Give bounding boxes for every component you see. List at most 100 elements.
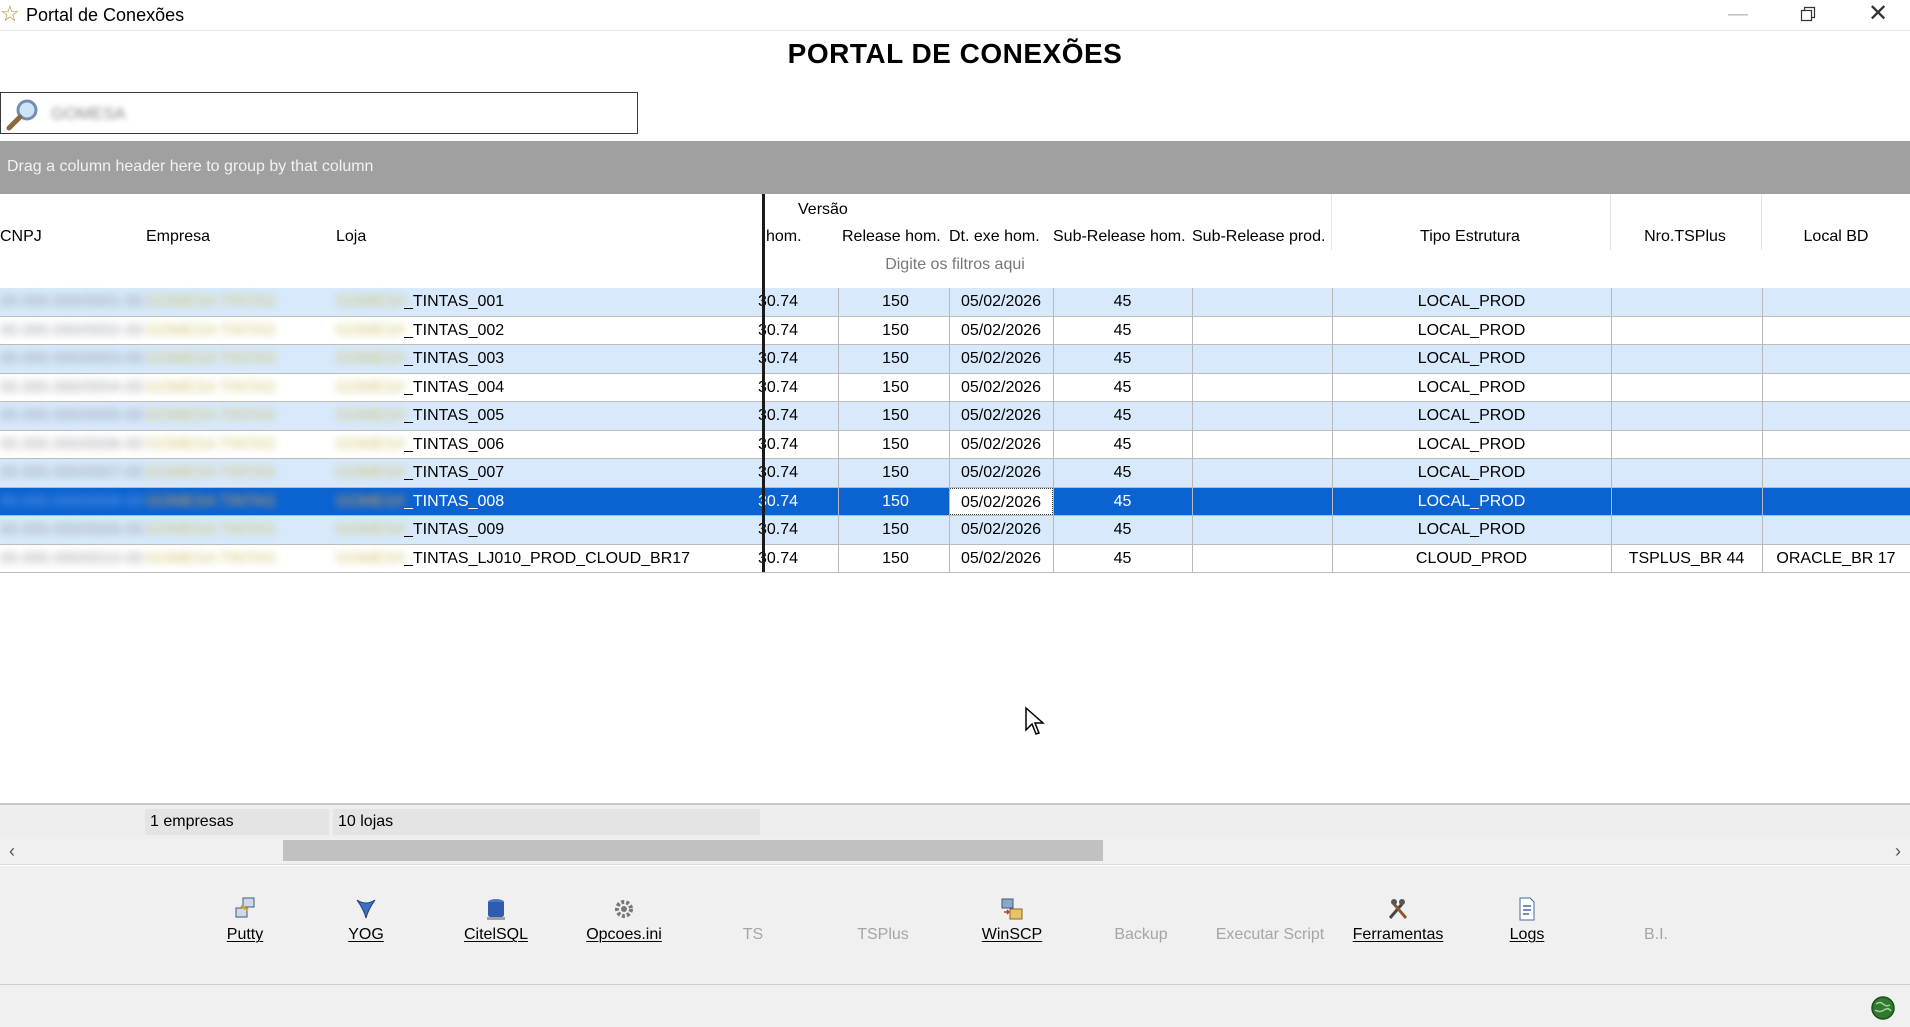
cell-hom[interactable]: 30.74 [758,288,838,316]
cell-sub-release-hom[interactable]: 45 [1053,516,1192,544]
cell-release-hom[interactable]: 150 [842,374,949,402]
column-header-release-hom[interactable]: Release hom. [842,228,941,246]
cell-dt-exe-hom[interactable]: 05/02/2026 [949,545,1053,573]
cell-local-bd[interactable] [1762,431,1910,459]
cell-hom[interactable]: 30.74 [758,345,838,373]
cell-tipo-estrutura[interactable]: LOCAL_PROD [1332,317,1611,345]
scroll-left-icon[interactable]: ‹ [2,838,22,864]
cell-loja-prefix[interactable]: GOMESA [336,374,404,402]
cell-nro-tsplus[interactable] [1611,317,1762,345]
column-header-tipo-estrutura[interactable]: Tipo Estrutura [1332,228,1608,246]
cell-local-bd[interactable] [1762,374,1910,402]
cell-nro-tsplus[interactable]: TSPLUS_BR 44 [1611,545,1762,573]
cell-cnpj[interactable]: 00.000.000/0005-00 [0,402,146,430]
cell-release-hom[interactable]: 150 [842,402,949,430]
cell-release-hom[interactable]: 150 [842,431,949,459]
table-row[interactable]: 00.000.000/0002-00 GOMESA TINTAS GOMESA _TI… [0,316,1910,345]
toolbar-button-b-i-[interactable]: B.I. [1601,896,1711,944]
column-header-nro-tsplus[interactable]: Nro.TSPlus [1611,228,1759,246]
cell-sub-release-hom[interactable]: 45 [1053,459,1192,487]
cell-local-bd[interactable] [1762,402,1910,430]
group-by-panel[interactable]: Drag a column header here to group by th… [0,141,1910,194]
restore-button[interactable] [1780,0,1836,30]
cell-dt-exe-hom[interactable]: 05/02/2026 [949,402,1053,430]
cell-dt-exe-hom[interactable]: 05/02/2026 [949,516,1053,544]
toolbar-button-winscp[interactable]: WinSCP [957,896,1067,944]
cell-empresa[interactable]: GOMESA TINTAS [146,402,336,430]
cell-tipo-estrutura[interactable]: LOCAL_PROD [1332,516,1611,544]
toolbar-button-logs[interactable]: Logs [1472,896,1582,944]
cell-release-hom[interactable]: 150 [842,317,949,345]
toolbar-button-ts[interactable]: TS [698,896,808,944]
cell-dt-exe-hom[interactable]: 05/02/2026 [949,288,1053,316]
cell-empresa[interactable]: GOMESA TINTAS [146,288,336,316]
toolbar-button-citelsql[interactable]: CitelSQL [441,896,551,944]
cell-dt-exe-hom[interactable]: 05/02/2026 [949,459,1053,487]
cell-cnpj[interactable]: 00.000.000/0001-00 [0,288,146,316]
table-row[interactable]: 00.000.000/0010-00 GOMESA TINTAS GOMESA _TI… [0,544,1910,573]
cell-sub-release-prod[interactable] [1192,345,1332,373]
cell-nro-tsplus[interactable] [1611,516,1762,544]
cell-release-hom[interactable]: 150 [842,288,949,316]
cell-loja[interactable]: _TINTAS_002 [404,317,762,345]
minimize-button[interactable]: — [1710,0,1766,30]
cell-local-bd[interactable] [1762,488,1910,516]
column-header-sub-release-prod[interactable]: Sub-Release prod. [1192,228,1325,246]
cell-sub-release-hom[interactable]: 45 [1053,545,1192,573]
cell-release-hom[interactable]: 150 [842,516,949,544]
cell-sub-release-prod[interactable] [1192,516,1332,544]
column-header-dt-exe-hom[interactable]: Dt. exe hom. [949,228,1040,246]
cell-local-bd[interactable]: ORACLE_BR 17 [1762,545,1910,573]
cell-tipo-estrutura[interactable]: LOCAL_PROD [1332,345,1611,373]
cell-nro-tsplus[interactable] [1611,345,1762,373]
cell-release-hom[interactable]: 150 [842,459,949,487]
band-header-versao[interactable]: Versão [798,201,848,219]
cell-empresa[interactable]: GOMESA TINTAS [146,545,336,573]
cell-cnpj[interactable]: 00.000.000/0010-00 [0,545,146,573]
cell-sub-release-prod[interactable] [1192,431,1332,459]
cell-sub-release-hom[interactable]: 45 [1053,431,1192,459]
toolbar-button-ferramentas[interactable]: Ferramentas [1343,896,1453,944]
cell-empresa[interactable]: GOMESA TINTAS [146,459,336,487]
filter-row[interactable]: Digite os filtros aqui [0,256,1910,274]
cell-tipo-estrutura[interactable]: LOCAL_PROD [1332,459,1611,487]
table-row[interactable]: 00.000.000/0008-00 GOMESA TINTAS GOMESA _TI… [0,487,1910,516]
cell-cnpj[interactable]: 00.000.000/0006-00 [0,431,146,459]
cell-hom[interactable]: 30.74 [758,317,838,345]
cell-release-hom[interactable]: 150 [842,345,949,373]
cell-tipo-estrutura[interactable]: CLOUD_PROD [1332,545,1611,573]
toolbar-button-tsplus[interactable]: TSPlus [828,896,938,944]
column-header-loja[interactable]: Loja [336,228,366,246]
cell-loja[interactable]: _TINTAS_001 [404,288,762,316]
cell-dt-exe-hom[interactable]: 05/02/2026 [949,374,1053,402]
cell-loja-prefix[interactable]: GOMESA [336,402,404,430]
cell-local-bd[interactable] [1762,288,1910,316]
cell-empresa[interactable]: GOMESA TINTAS [146,374,336,402]
cell-empresa[interactable]: GOMESA TINTAS [146,345,336,373]
toolbar-button-putty[interactable]: Putty [190,896,300,944]
cell-loja[interactable]: _TINTAS_003 [404,345,762,373]
cell-loja[interactable]: _TINTAS_007 [404,459,762,487]
cell-hom[interactable]: 30.74 [758,488,838,516]
cell-loja[interactable]: _TINTAS_008 [404,488,762,516]
cell-hom[interactable]: 30.74 [758,516,838,544]
table-row[interactable]: 00.000.000/0007-00 GOMESA TINTAS GOMESA _TI… [0,459,1910,488]
cell-sub-release-hom[interactable]: 45 [1053,345,1192,373]
cell-loja[interactable]: _TINTAS_006 [404,431,762,459]
cell-dt-exe-hom[interactable]: 05/02/2026 [949,487,1053,515]
cell-tipo-estrutura[interactable]: LOCAL_PROD [1332,374,1611,402]
column-header-hom[interactable]: hom. [766,228,802,246]
cell-sub-release-prod[interactable] [1192,545,1332,573]
table-row[interactable]: 00.000.000/0009-00 GOMESA TINTAS GOMESA _TI… [0,516,1910,545]
cell-loja-prefix[interactable]: GOMESA [336,545,404,573]
cell-empresa[interactable]: GOMESA TINTAS [146,431,336,459]
cell-hom[interactable]: 30.74 [758,545,838,573]
cell-cnpj[interactable]: 00.000.000/0003-00 [0,345,146,373]
cell-nro-tsplus[interactable] [1611,431,1762,459]
cell-sub-release-hom[interactable]: 45 [1053,288,1192,316]
cell-nro-tsplus[interactable] [1611,459,1762,487]
table-row[interactable]: 00.000.000/0005-00 GOMESA TINTAS GOMESA _TI… [0,402,1910,431]
cell-cnpj[interactable]: 00.000.000/0008-00 [0,488,146,516]
cell-nro-tsplus[interactable] [1611,488,1762,516]
column-header-local-bd[interactable]: Local BD [1762,228,1910,246]
